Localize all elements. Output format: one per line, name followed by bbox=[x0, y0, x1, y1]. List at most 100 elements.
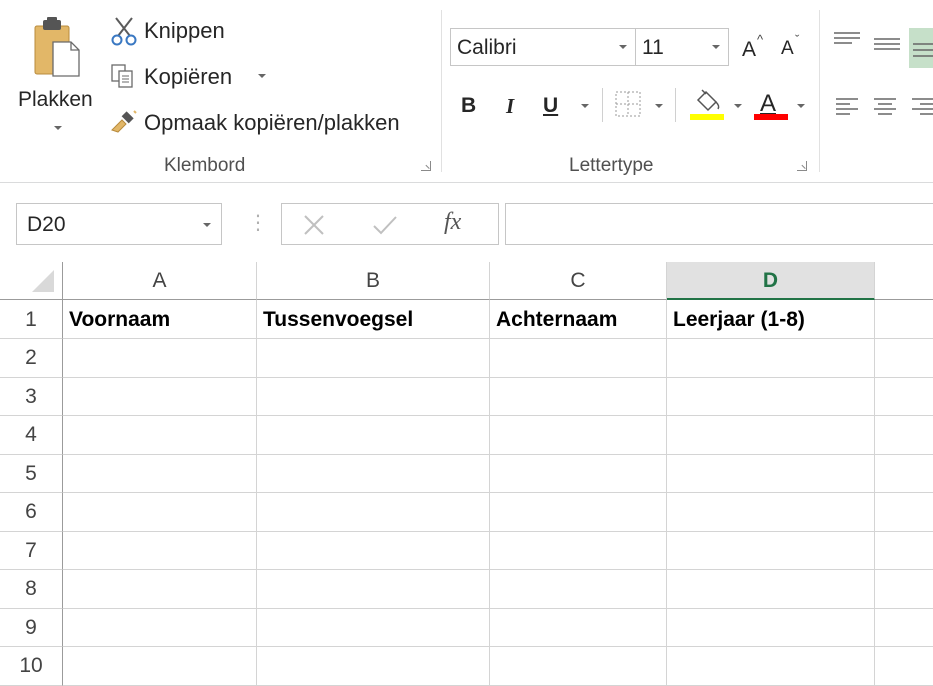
borders-icon[interactable] bbox=[614, 90, 642, 118]
column-header-e[interactable] bbox=[875, 262, 933, 300]
row-header-2[interactable]: 2 bbox=[0, 339, 63, 378]
cancel-icon[interactable] bbox=[302, 214, 326, 236]
cell-b1[interactable]: Tussenvoegsel bbox=[257, 300, 490, 339]
cell-b9[interactable] bbox=[257, 608, 490, 647]
cell-c1[interactable]: Achternaam bbox=[490, 300, 667, 339]
cell-b3[interactable] bbox=[257, 377, 490, 416]
cell-a2[interactable] bbox=[63, 339, 257, 378]
cell-d10[interactable] bbox=[667, 647, 875, 686]
cell-a8[interactable] bbox=[63, 570, 257, 609]
row-header-7[interactable]: 7 bbox=[0, 531, 63, 570]
font-name-combo[interactable]: Calibri bbox=[450, 28, 636, 66]
cell-d3[interactable] bbox=[667, 377, 875, 416]
font-size-dropdown-arrow[interactable] bbox=[712, 45, 720, 49]
cell-e5[interactable] bbox=[875, 455, 933, 493]
cell-a4[interactable] bbox=[63, 416, 257, 455]
font-name-dropdown-arrow[interactable] bbox=[619, 45, 627, 49]
cell-d2[interactable] bbox=[667, 339, 875, 378]
cell-e6[interactable] bbox=[875, 493, 933, 532]
cell-c10[interactable] bbox=[490, 647, 667, 686]
align-center-icon[interactable] bbox=[872, 96, 898, 116]
bold-button[interactable]: B bbox=[461, 94, 476, 118]
cut-button[interactable]: Knippen bbox=[108, 16, 248, 48]
cell-d9[interactable] bbox=[667, 608, 875, 647]
cell-c2[interactable] bbox=[490, 339, 667, 378]
column-header-d[interactable]: D bbox=[667, 262, 875, 300]
paste-button[interactable]: Plakken bbox=[14, 12, 102, 142]
row-header-8[interactable]: 8 bbox=[0, 570, 63, 609]
column-header-c[interactable]: C bbox=[490, 262, 667, 300]
align-top-icon[interactable] bbox=[832, 30, 862, 50]
copy-dropdown-arrow[interactable] bbox=[258, 74, 266, 78]
formula-input[interactable] bbox=[505, 203, 933, 245]
row-header-3[interactable]: 3 bbox=[0, 377, 63, 416]
cell-e4[interactable] bbox=[875, 416, 933, 455]
row-header-1[interactable]: 1 bbox=[0, 300, 63, 339]
row-header-10[interactable]: 10 bbox=[0, 647, 63, 686]
cell-b4[interactable] bbox=[257, 416, 490, 455]
italic-button[interactable]: I bbox=[506, 94, 514, 119]
cell-a1[interactable]: Voornaam bbox=[63, 300, 257, 339]
name-box[interactable]: D20 bbox=[16, 203, 222, 245]
row-header-5[interactable]: 5 bbox=[0, 454, 63, 493]
copy-button[interactable]: Kopiëren bbox=[108, 60, 273, 92]
font-dialog-launcher[interactable] bbox=[797, 161, 807, 171]
paste-dropdown-arrow[interactable] bbox=[54, 126, 62, 130]
name-box-dropdown-arrow[interactable] bbox=[203, 223, 211, 227]
cell-a6[interactable] bbox=[63, 493, 257, 532]
cell-d8[interactable] bbox=[667, 570, 875, 609]
cell-d1[interactable]: Leerjaar (1-8) bbox=[667, 300, 875, 339]
cell-d5[interactable] bbox=[667, 454, 875, 493]
fill-color-dropdown-arrow[interactable] bbox=[734, 104, 742, 108]
align-right-icon[interactable] bbox=[910, 96, 933, 116]
underline-dropdown-arrow[interactable] bbox=[581, 104, 589, 108]
align-middle-icon[interactable] bbox=[872, 36, 902, 56]
cell-b6[interactable] bbox=[257, 493, 490, 532]
align-left-icon[interactable] bbox=[834, 96, 860, 116]
cell-e9[interactable] bbox=[875, 609, 933, 647]
borders-dropdown-arrow[interactable] bbox=[655, 104, 663, 108]
cell-e3[interactable] bbox=[875, 378, 933, 416]
row-header-9[interactable]: 9 bbox=[0, 608, 63, 647]
cell-b2[interactable] bbox=[257, 339, 490, 378]
cell-b5[interactable] bbox=[257, 454, 490, 493]
shrink-font-button[interactable]: A ˇ bbox=[779, 32, 807, 64]
row-header-4[interactable]: 4 bbox=[0, 416, 63, 455]
grow-font-button[interactable]: A ^ bbox=[740, 32, 768, 64]
cell-e2[interactable] bbox=[875, 339, 933, 378]
cell-c8[interactable] bbox=[490, 570, 667, 609]
cell-a5[interactable] bbox=[63, 454, 257, 493]
cell-e10[interactable] bbox=[875, 647, 933, 686]
cell-e8[interactable] bbox=[875, 570, 933, 609]
font-color-button[interactable]: A bbox=[754, 88, 790, 124]
cell-b10[interactable] bbox=[257, 647, 490, 686]
cell-a7[interactable] bbox=[63, 531, 257, 570]
select-all-corner[interactable] bbox=[0, 262, 63, 300]
column-header-b[interactable]: B bbox=[257, 262, 490, 300]
fill-color-button[interactable] bbox=[690, 88, 726, 124]
cell-d4[interactable] bbox=[667, 416, 875, 455]
cell-a3[interactable] bbox=[63, 377, 257, 416]
cell-c6[interactable] bbox=[490, 493, 667, 532]
enter-checkmark-icon[interactable] bbox=[372, 214, 398, 236]
format-painter-button[interactable]: Opmaak kopiëren/plakken bbox=[108, 106, 428, 138]
column-header-a[interactable]: A bbox=[63, 262, 257, 300]
cell-a9[interactable] bbox=[63, 608, 257, 647]
cell-d6[interactable] bbox=[667, 493, 875, 532]
cell-a10[interactable] bbox=[63, 647, 257, 686]
clipboard-dialog-launcher[interactable] bbox=[421, 161, 431, 171]
cell-b7[interactable] bbox=[257, 531, 490, 570]
font-size-combo[interactable]: 11 bbox=[635, 28, 729, 66]
cell-b8[interactable] bbox=[257, 570, 490, 609]
cell-d7[interactable] bbox=[667, 531, 875, 570]
cell-c3[interactable] bbox=[490, 377, 667, 416]
cell-e1[interactable] bbox=[875, 300, 933, 339]
cell-e7[interactable] bbox=[875, 532, 933, 570]
insert-function-icon[interactable]: fx bbox=[444, 209, 461, 236]
cell-c9[interactable] bbox=[490, 608, 667, 647]
font-color-dropdown-arrow[interactable] bbox=[797, 104, 805, 108]
cell-c5[interactable] bbox=[490, 454, 667, 493]
row-header-6[interactable]: 6 bbox=[0, 493, 63, 532]
cell-c7[interactable] bbox=[490, 531, 667, 570]
underline-button[interactable]: U bbox=[543, 94, 558, 118]
